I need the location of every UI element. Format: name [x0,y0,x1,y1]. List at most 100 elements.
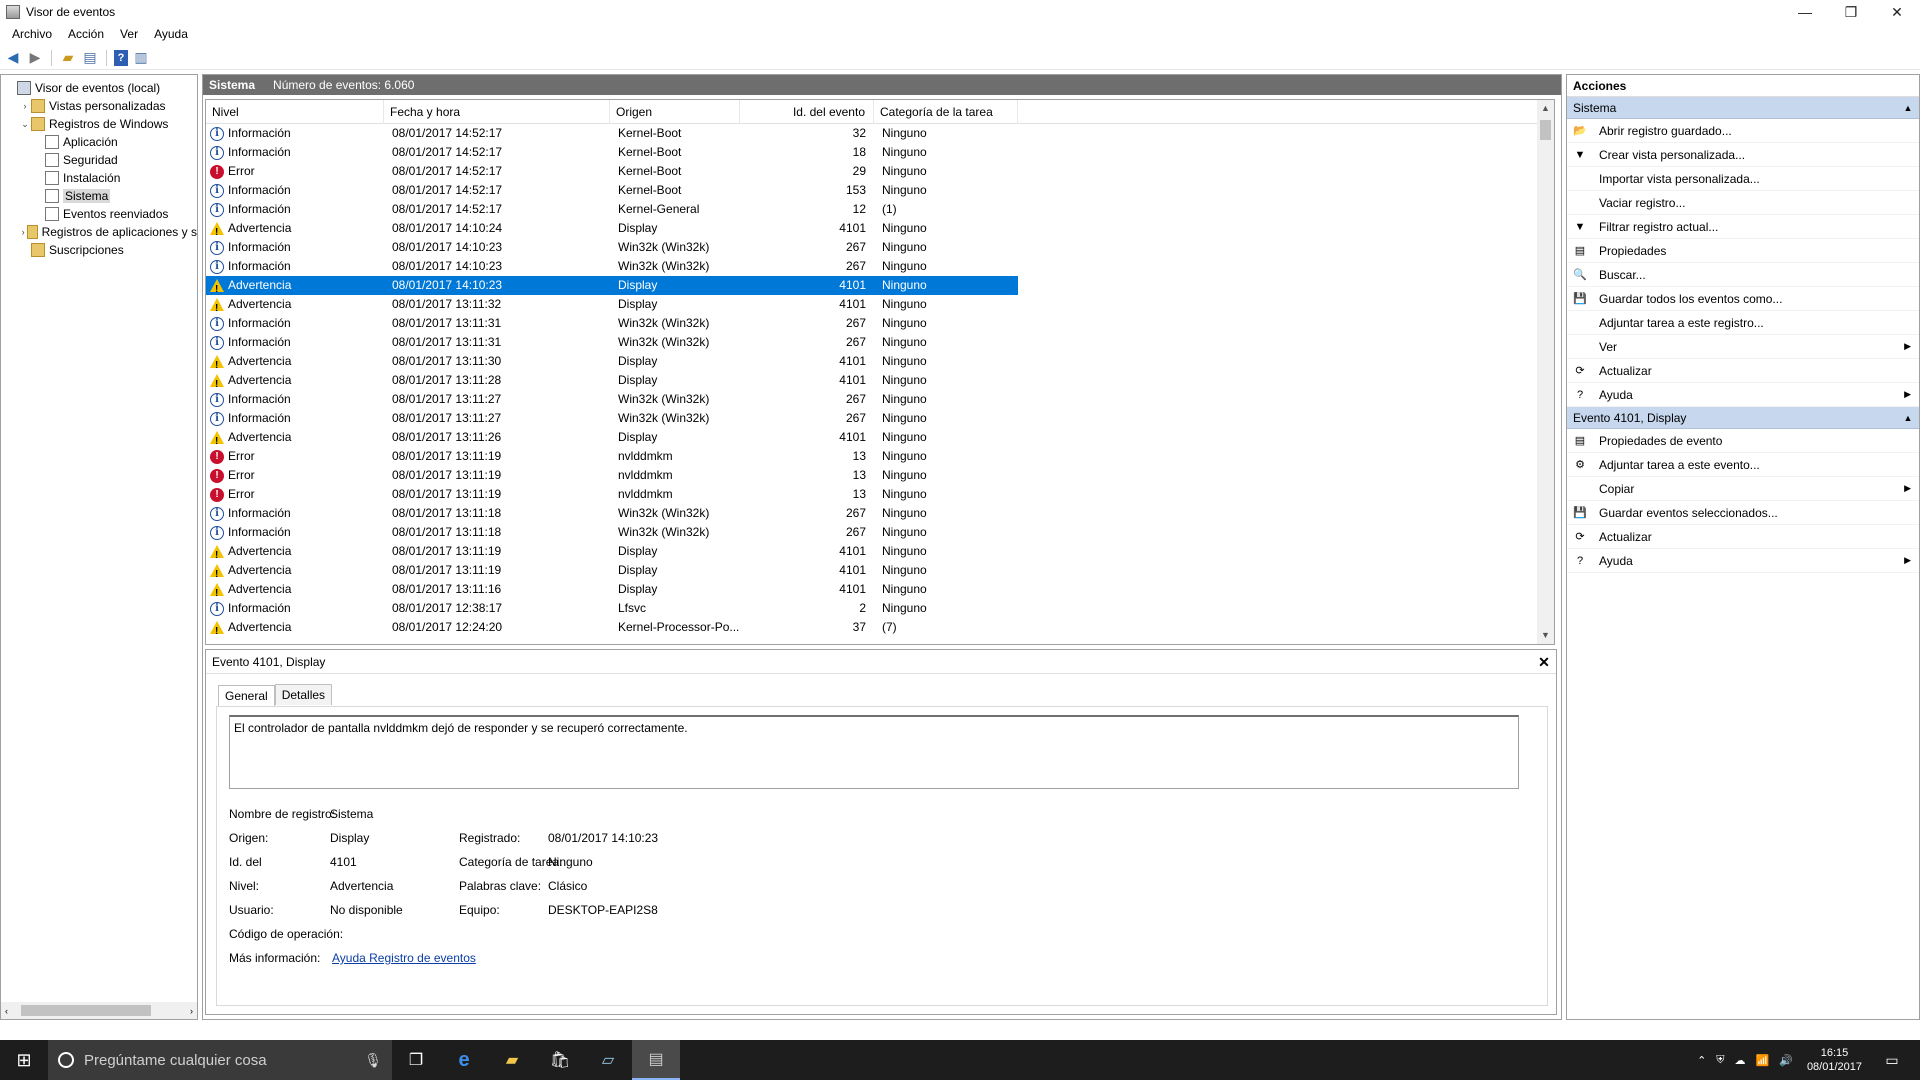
action-item[interactable]: ? Ayuda ▶ [1567,383,1919,407]
grid-vertical-scrollbar[interactable]: ▲ ▼ [1537,100,1554,644]
table-row[interactable]: Advertencia 08/01/2017 14:10:24 Display 410… [206,219,1554,238]
table-row[interactable]: Advertencia 08/01/2017 13:11:19 Display 410… [206,542,1554,561]
expand-toggle-icon[interactable]: › [19,101,31,111]
tree-item[interactable]: ⌄ Registros de Windows [1,115,197,133]
show-hide-tree-icon[interactable]: ▤ [81,49,99,67]
event-description[interactable]: El controlador de pantalla nvlddmkm dejó… [229,715,1519,789]
scroll-thumb[interactable] [1540,120,1551,140]
action-item[interactable]: 🔍 Buscar... [1567,263,1919,287]
scroll-thumb[interactable] [21,1005,151,1016]
scroll-up-arrow-icon[interactable]: ▲ [1537,100,1554,117]
action-item[interactable]: ▼ Filtrar registro actual... [1567,215,1919,239]
collapse-arrow-icon[interactable]: ▲ [1897,97,1919,118]
table-row[interactable]: i Información 08/01/2017 14:52:17 Kernel-Bo… [206,124,1554,143]
action-item[interactable]: Copiar ▶ [1567,477,1919,501]
actions-section-sistema[interactable]: Sistema ▲ [1567,97,1919,119]
tree-item[interactable]: › Vistas personalizadas [1,97,197,115]
action-item[interactable]: Importar vista personalizada... [1567,167,1919,191]
column-header-level[interactable]: Nivel [206,100,384,124]
help-icon[interactable]: ? [114,49,128,66]
table-row[interactable]: Advertencia 08/01/2017 14:10:23Display410… [206,276,1554,295]
action-item[interactable]: 💾 Guardar todos los eventos como... [1567,287,1919,311]
menu-accion[interactable]: Acción [60,27,112,41]
scroll-left-arrow-icon[interactable]: ‹ [5,1006,8,1016]
tree-item[interactable]: Suscripciones [1,241,197,259]
column-header-event-id[interactable]: Id. del evento [740,100,874,124]
tree-item[interactable]: Seguridad [1,151,197,169]
table-row[interactable]: Advertencia 08/01/2017 13:11:19 Display 410… [206,561,1554,580]
table-row[interactable]: i Información 08/01/2017 13:11:27 Win32k (W… [206,390,1554,409]
action-item[interactable]: ? Ayuda ▶ [1567,549,1919,573]
close-button[interactable]: ✕ [1874,0,1920,24]
store-icon[interactable]: 🛍 [536,1040,584,1080]
action-center-icon[interactable]: ▭ [1872,1052,1912,1069]
event-viewer-taskbar-icon[interactable]: ▤ [632,1040,680,1080]
action-item[interactable]: ⚙ Adjuntar tarea a este evento... [1567,453,1919,477]
table-row[interactable]: i Información 08/01/2017 14:10:23 Win32k (W… [206,238,1554,257]
table-row[interactable]: i Información 08/01/2017 14:10:23 Win32k (W… [206,257,1554,276]
restore-button[interactable]: ❐ [1828,0,1874,24]
close-detail-icon[interactable]: ✕ [1532,650,1556,673]
table-row[interactable]: i Información 08/01/2017 12:38:17 Lfsvc 2 Nin… [206,599,1554,618]
forward-arrow-icon[interactable]: ▶ [26,49,44,67]
defender-shield-icon[interactable]: ⛨ [1716,1054,1724,1067]
action-item[interactable]: ⟳ Actualizar [1567,525,1919,549]
menu-ayuda[interactable]: Ayuda [146,27,196,41]
tree-item[interactable]: Eventos reenviados [1,205,197,223]
tree-horizontal-scrollbar[interactable]: ‹ › [1,1002,197,1019]
table-row[interactable]: i Información 08/01/2017 13:11:18 Win32k (W… [206,504,1554,523]
table-row[interactable]: ! Error 08/01/2017 13:11:19 nvlddmkm 13 Ningu… [206,466,1554,485]
table-row[interactable]: Advertencia 08/01/2017 13:11:30 Display 410… [206,352,1554,371]
expand-toggle-icon[interactable]: › [19,227,27,237]
collapse-arrow-icon[interactable]: ▲ [1897,407,1919,428]
volume-icon[interactable]: 🔊 [1779,1054,1793,1067]
show-hidden-icons-icon[interactable]: ⌃ [1697,1054,1706,1067]
action-item[interactable]: 💾 Guardar eventos seleccionados... [1567,501,1919,525]
table-row[interactable]: i Información 08/01/2017 13:11:31 Win32k (W… [206,333,1554,352]
column-header-task-category[interactable]: Categoría de la tarea [874,100,1018,124]
table-row[interactable]: Advertencia 08/01/2017 13:11:28 Display 410… [206,371,1554,390]
notes-app-icon[interactable]: ▱ [584,1040,632,1080]
folder-up-icon[interactable]: ▰ [59,49,77,67]
menu-ver[interactable]: Ver [112,27,146,41]
table-row[interactable]: Advertencia 08/01/2017 13:11:32 Display 410… [206,295,1554,314]
action-item[interactable]: ▤ Propiedades de evento [1567,429,1919,453]
tree-item[interactable]: Instalación [1,169,197,187]
table-row[interactable]: Advertencia 08/01/2017 12:24:20 Kernel-Pro… [206,618,1554,637]
action-item[interactable]: ▼ Crear vista personalizada... [1567,143,1919,167]
table-row[interactable]: Advertencia 08/01/2017 13:11:26 Display 410… [206,428,1554,447]
clock[interactable]: 16:15 08/01/2017 [1807,1046,1862,1074]
tab-detalles[interactable]: Detalles [274,684,333,705]
tab-general[interactable]: General [218,685,275,706]
table-row[interactable]: i Información 08/01/2017 13:11:31 Win32k (W… [206,314,1554,333]
action-item[interactable]: Adjuntar tarea a este registro... [1567,311,1919,335]
column-header-date[interactable]: Fecha y hora [384,100,610,124]
action-item[interactable]: Vaciar registro... [1567,191,1919,215]
show-hide-action-pane-icon[interactable]: ▥ [132,49,150,67]
expand-toggle-icon[interactable]: ⌄ [19,119,31,130]
menu-archivo[interactable]: Archivo [4,27,60,41]
table-row[interactable]: ! Error 08/01/2017 13:11:19 nvlddmkm 13 Ningu… [206,485,1554,504]
microphone-icon[interactable]: 🎙 [364,1052,382,1069]
tree-item[interactable]: Visor de eventos (local) [1,79,197,97]
table-row[interactable]: i Información 08/01/2017 13:11:27 Win32k (W… [206,409,1554,428]
network-icon[interactable]: 📶 [1756,1054,1770,1067]
action-item[interactable]: ▤ Propiedades [1567,239,1919,263]
tree-item[interactable]: › Registros de aplicaciones y s [1,223,197,241]
event-log-help-link[interactable]: Ayuda Registro de eventos [332,951,476,965]
minimize-button[interactable]: — [1782,0,1828,24]
column-header-source[interactable]: Origen [610,100,740,124]
action-item[interactable]: ⟳ Actualizar [1567,359,1919,383]
back-arrow-icon[interactable]: ◀ [4,49,22,67]
action-item[interactable]: Ver ▶ [1567,335,1919,359]
action-item[interactable]: 📂 Abrir registro guardado... [1567,119,1919,143]
scroll-right-arrow-icon[interactable]: › [190,1006,193,1016]
table-row[interactable]: i Información 08/01/2017 14:52:17 Kernel-Bo… [206,143,1554,162]
task-view-icon[interactable]: ❐ [392,1040,440,1080]
table-row[interactable]: ! Error 08/01/2017 13:11:19 nvlddmkm 13 Ningu… [206,447,1554,466]
tree-item[interactable]: Sistema [1,187,197,205]
cortana-search-box[interactable]: Pregúntame cualquier cosa 🎙 [48,1040,392,1080]
scroll-down-arrow-icon[interactable]: ▼ [1537,627,1554,644]
table-row[interactable]: ! Error 08/01/2017 14:52:17 Kernel-Boot 29 Ni… [206,162,1554,181]
windows-start-icon[interactable]: ⊞ [0,1040,48,1080]
